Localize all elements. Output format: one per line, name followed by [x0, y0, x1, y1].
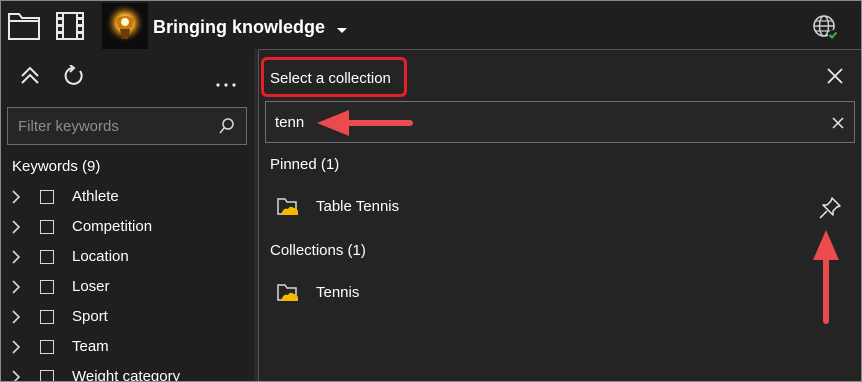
keyword-checkbox[interactable]: [40, 190, 54, 204]
keywords-panel: Filter keywords Keywords (9) Athlete Com…: [1, 49, 254, 381]
collection-item[interactable]: Tennis: [259, 273, 861, 313]
keyword-checkbox[interactable]: [40, 370, 54, 381]
collection-label: Tennis: [316, 284, 360, 301]
arrow-left-annotation: [315, 108, 415, 143]
clear-icon[interactable]: [832, 116, 844, 134]
folder-icon[interactable]: [7, 9, 41, 43]
chevron-right-icon[interactable]: [11, 370, 21, 381]
filter-keywords-input[interactable]: Filter keywords: [7, 107, 247, 145]
keyword-checkbox[interactable]: [40, 250, 54, 264]
globe-check-icon[interactable]: [811, 13, 839, 46]
search-icon[interactable]: [218, 117, 236, 140]
keyword-item[interactable]: Competition: [1, 212, 254, 242]
keyword-checkbox[interactable]: [40, 220, 54, 234]
keyword-item[interactable]: Location: [1, 242, 254, 272]
chevron-right-icon[interactable]: [11, 310, 21, 329]
chevron-down-icon[interactable]: [336, 22, 348, 40]
collection-label: Table Tennis: [316, 198, 400, 215]
keyword-item[interactable]: Athlete: [1, 182, 254, 212]
app-title[interactable]: Bringing knowledge: [153, 17, 325, 38]
chevron-right-icon[interactable]: [11, 190, 21, 209]
chevron-right-icon[interactable]: [11, 280, 21, 299]
film-strip-icon[interactable]: [55, 9, 89, 43]
more-options-icon[interactable]: [215, 75, 237, 93]
pin-icon[interactable]: [818, 196, 842, 225]
filter-placeholder: Filter keywords: [18, 118, 119, 135]
keyword-label: Athlete: [72, 188, 119, 205]
close-icon[interactable]: [825, 66, 845, 91]
refresh-icon[interactable]: [63, 64, 85, 92]
pinned-collection-item[interactable]: Table Tennis: [259, 187, 861, 227]
keyword-label: Weight category: [72, 368, 181, 382]
keyword-checkbox[interactable]: [40, 310, 54, 324]
top-bar: Bringing knowledge: [1, 1, 861, 49]
search-value[interactable]: tenn: [275, 114, 304, 131]
keyword-item[interactable]: Weight category: [1, 362, 254, 382]
collection-folder-icon: [277, 283, 299, 308]
collapse-all-icon[interactable]: [19, 65, 41, 92]
keywords-heading: Keywords (9): [12, 158, 101, 175]
chevron-right-icon[interactable]: [11, 340, 21, 359]
panel-title: Select a collection: [270, 70, 391, 87]
collection-folder-icon: [277, 197, 299, 222]
keyword-item[interactable]: Sport: [1, 302, 254, 332]
keyword-label: Sport: [72, 308, 108, 325]
pinned-heading: Pinned (1): [270, 156, 340, 173]
chevron-right-icon[interactable]: [11, 220, 21, 239]
collection-picker: Select a collection tenn Pinned (1) Tabl…: [258, 49, 861, 381]
chevron-right-icon[interactable]: [11, 250, 21, 269]
keyword-item[interactable]: Team: [1, 332, 254, 362]
app-window: Bringing knowledge Filter keywords Keywo…: [0, 0, 862, 382]
keyword-label: Loser: [72, 278, 110, 295]
keyword-label: Team: [72, 338, 109, 355]
app-logo-icon: [102, 3, 148, 49]
keyword-checkbox[interactable]: [40, 280, 54, 294]
keyword-item[interactable]: Loser: [1, 272, 254, 302]
keyword-label: Competition: [72, 218, 153, 235]
keyword-checkbox[interactable]: [40, 340, 54, 354]
collections-heading: Collections (1): [270, 242, 366, 259]
keyword-label: Location: [72, 248, 129, 265]
